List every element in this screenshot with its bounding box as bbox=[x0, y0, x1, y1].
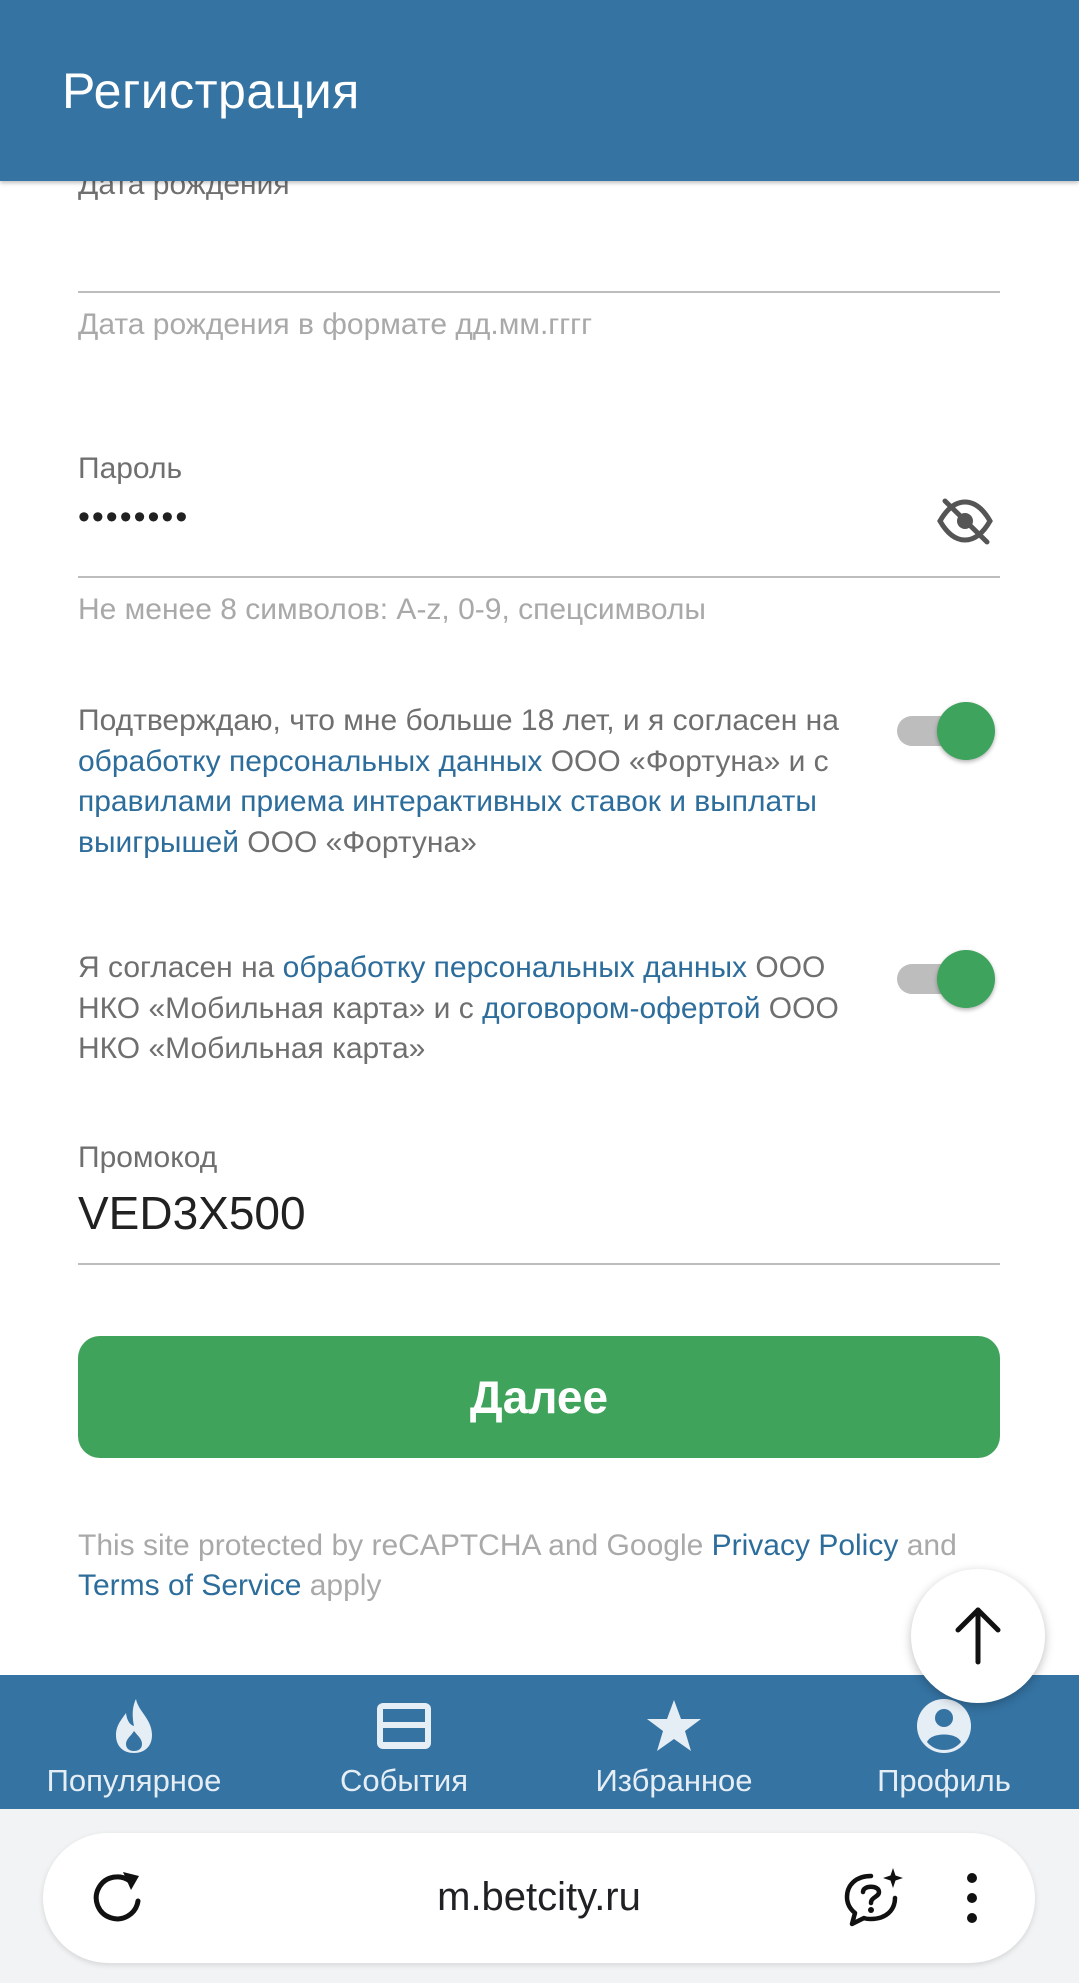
browser-menu-button[interactable] bbox=[935, 1863, 1009, 1937]
nav-item-events[interactable]: События bbox=[290, 1675, 518, 1809]
bottom-navigation: Популярное События Избранное Профиль bbox=[0, 1675, 1079, 1809]
profile-icon bbox=[915, 1695, 973, 1757]
more-vertical-icon bbox=[962, 1870, 982, 1931]
password-helper: Не менее 8 символов: A-z, 0-9, спецсимво… bbox=[78, 593, 706, 626]
consent-age-text: Подтверждаю, что мне больше 18 лет, и я … bbox=[78, 701, 858, 863]
consent-age-text-2: ООО «Фортуна» и с bbox=[542, 744, 829, 778]
recaptcha-text-1: This site protected by reCAPTCHA and Goo… bbox=[78, 1529, 712, 1562]
password-underline bbox=[78, 576, 1000, 578]
consent-age-text-1: Подтверждаю, что мне больше 18 лет, и я … bbox=[78, 704, 839, 737]
consent-card-text: Я согласен на обработку персональных дан… bbox=[78, 948, 858, 1070]
nav-label-events: События bbox=[340, 1763, 468, 1798]
consent-card-personal-data-link[interactable]: обработку персональных данных bbox=[283, 951, 747, 984]
consent-age-text-3: ООО «Фортуна» bbox=[238, 825, 477, 859]
promo-label: Промокод bbox=[78, 1141, 218, 1174]
consent-card-offer-link[interactable]: договором-офертой bbox=[482, 992, 760, 1025]
arrow-up-icon bbox=[950, 1602, 1006, 1671]
password-label: Пароль bbox=[78, 452, 183, 485]
scroll-to-top-button[interactable] bbox=[911, 1569, 1045, 1703]
url-bar[interactable]: m.betcity.ru bbox=[43, 1833, 1035, 1963]
nav-label-popular: Популярное bbox=[46, 1763, 222, 1798]
promo-input[interactable]: VED3X500 bbox=[78, 1186, 1000, 1252]
eye-off-icon bbox=[936, 496, 994, 551]
browser-toolbar: m.betcity.ru bbox=[0, 1809, 1079, 1983]
fire-icon bbox=[112, 1695, 156, 1757]
next-button[interactable]: Далее bbox=[78, 1336, 1000, 1458]
consent-age-personal-data-link[interactable]: обработку персональных данных bbox=[78, 745, 542, 778]
nav-label-favorites: Избранное bbox=[595, 1763, 753, 1798]
page-title: Регистрация bbox=[62, 63, 360, 119]
app-header: Регистрация bbox=[0, 0, 1079, 181]
chat-question-sparkle-icon bbox=[841, 1866, 905, 1935]
recaptcha-text-2: and bbox=[898, 1529, 957, 1562]
recaptcha-notice: This site protected by reCAPTCHA and Goo… bbox=[78, 1526, 1008, 1606]
star-icon bbox=[645, 1695, 703, 1757]
privacy-policy-link[interactable]: Privacy Policy bbox=[712, 1529, 899, 1562]
terms-of-service-link[interactable]: Terms of Service bbox=[78, 1569, 301, 1602]
nav-item-popular[interactable]: Популярное bbox=[20, 1675, 248, 1809]
toggle-knob bbox=[937, 702, 995, 760]
password-input[interactable]: •••••••• bbox=[78, 498, 918, 558]
nav-label-profile: Профиль bbox=[877, 1763, 1011, 1798]
registration-form: Дата рождения Дата рождения в формате дд… bbox=[0, 0, 1079, 1675]
consent-age-toggle[interactable] bbox=[895, 700, 1001, 760]
consent-card-toggle[interactable] bbox=[895, 948, 1001, 1008]
promo-underline bbox=[78, 1263, 1000, 1265]
assistant-button[interactable] bbox=[836, 1863, 910, 1937]
birthdate-input[interactable] bbox=[78, 222, 1000, 288]
nav-item-profile[interactable]: Профиль bbox=[830, 1675, 1058, 1809]
birthdate-helper: Дата рождения в формате дд.мм.гггг bbox=[78, 308, 593, 341]
birthdate-underline bbox=[78, 291, 1000, 293]
consent-card-text-1: Я согласен на bbox=[78, 951, 283, 984]
nav-item-favorites[interactable]: Избранное bbox=[560, 1675, 788, 1809]
recaptcha-text-3: apply bbox=[301, 1569, 382, 1602]
toggle-knob bbox=[937, 950, 995, 1008]
events-icon bbox=[375, 1695, 433, 1757]
toggle-password-visibility-button[interactable] bbox=[934, 495, 996, 551]
